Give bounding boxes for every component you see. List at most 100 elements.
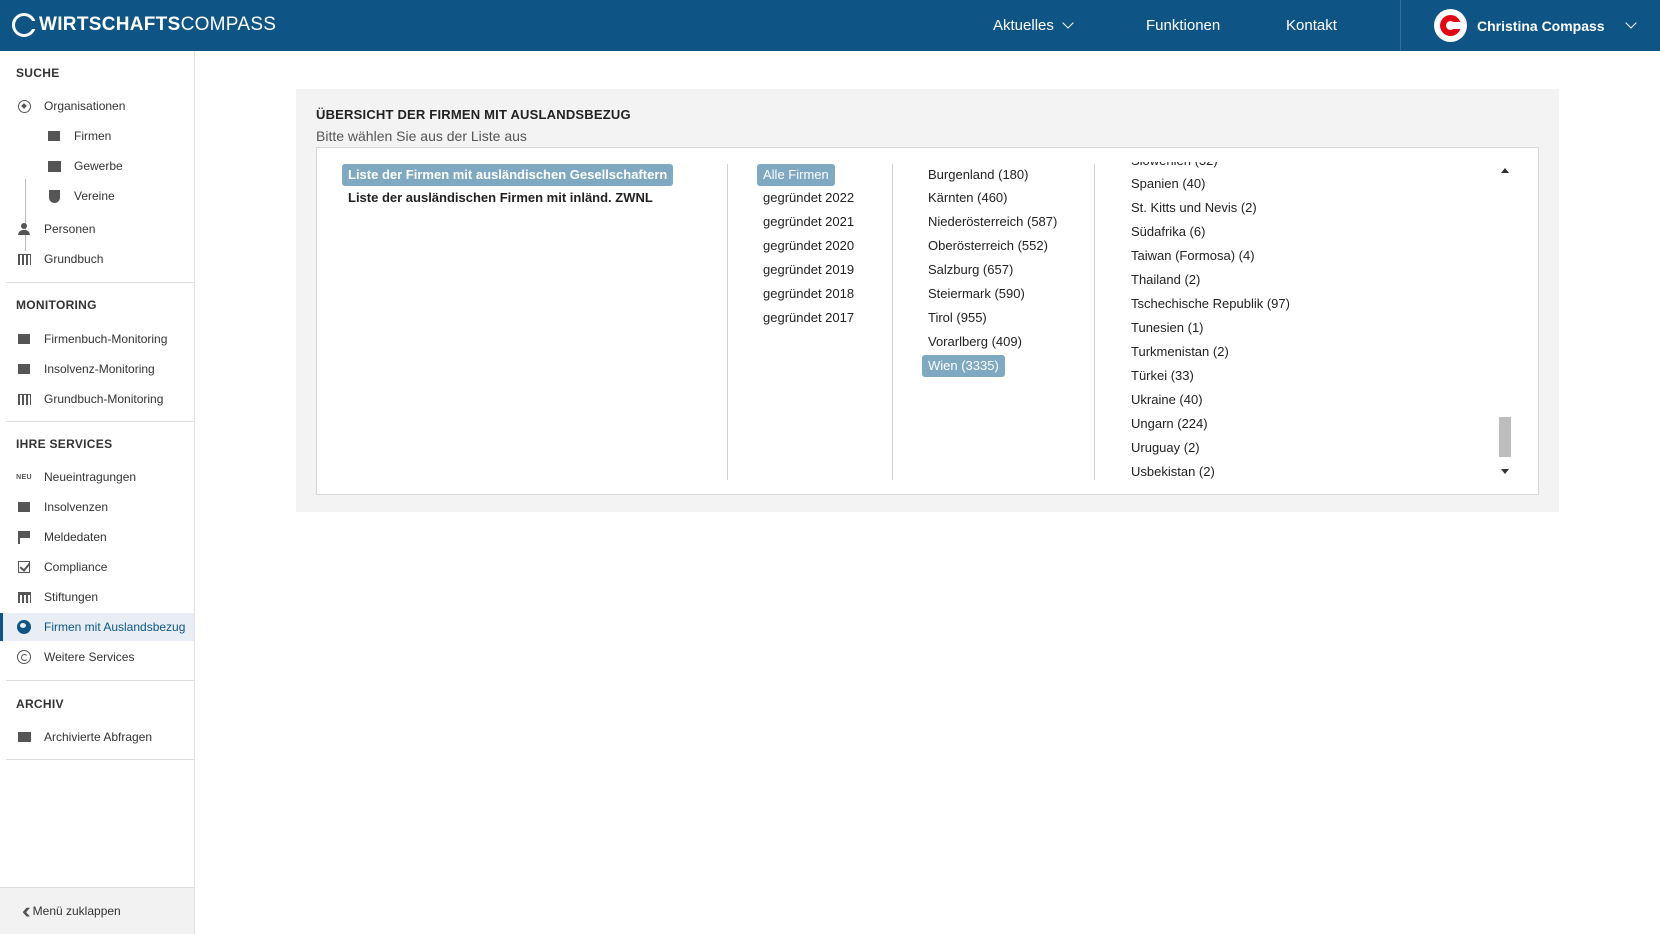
buildings-icon — [16, 251, 32, 267]
scrollbar-thumb[interactable] — [1499, 417, 1511, 457]
nav-kontakt[interactable]: Kontakt — [1286, 0, 1337, 51]
sidebar-divider — [6, 421, 194, 422]
user-menu[interactable]: Christina Compass — [1434, 9, 1637, 42]
double-chevron-left-icon: ‹‹ — [22, 898, 30, 923]
sidebar-item-weitere-services[interactable]: Weitere Services — [0, 643, 194, 671]
state-option[interactable]: Kärnten (460) — [922, 187, 1014, 209]
state-option[interactable]: Vorarlberg (409) — [922, 331, 1028, 353]
selection-box: Liste der Firmen mit ausländischen Gesel… — [316, 147, 1539, 495]
buildings-plus-icon — [16, 391, 32, 407]
year-option[interactable]: gegründet 2017 — [757, 307, 860, 329]
chevron-down-icon — [1624, 17, 1637, 29]
country-option[interactable]: Taiwan (Formosa) (4) — [1125, 245, 1261, 267]
year-option[interactable]: gegründet 2020 — [757, 235, 860, 257]
scroll-down-arrow-icon[interactable] — [1501, 469, 1509, 474]
sidebar-item-gewerbe[interactable]: Gewerbe — [0, 152, 194, 180]
person-icon — [16, 221, 32, 237]
sidebar-item-insolvenz-monitoring[interactable]: Insolvenz-Monitoring — [0, 355, 194, 383]
country-option[interactable]: Türkei (33) — [1125, 365, 1200, 387]
compass-icon — [16, 98, 32, 114]
sidebar-item-firmen[interactable]: Firmen — [0, 122, 194, 150]
bank-icon — [16, 589, 32, 605]
country-option[interactable]: Turkmenistan (2) — [1125, 341, 1235, 363]
state-option[interactable]: Salzburg (657) — [922, 259, 1019, 281]
sidebar-item-personen[interactable]: Personen — [0, 215, 194, 243]
sidebar-item-firmen-mit-auslandsbezug[interactable]: Firmen mit Auslandsbezug — [0, 613, 194, 641]
state-option-wien[interactable]: Wien (3335) — [922, 355, 1005, 377]
year-option[interactable]: gegründet 2018 — [757, 283, 860, 305]
nav-aktuelles[interactable]: Aktuelles — [993, 0, 1074, 51]
column-divider — [1094, 164, 1095, 480]
country-option[interactable]: Tschechische Republik (97) — [1125, 293, 1296, 315]
section-monitoring: MONITORING — [16, 298, 97, 312]
state-option[interactable]: Oberösterreich (552) — [922, 235, 1054, 257]
overview-panel: ÜBERSICHT DER FIRMEN MIT AUSLANDSBEZUG B… — [296, 89, 1559, 512]
column-divider — [892, 164, 893, 480]
section-archiv: ARCHIV — [16, 697, 64, 711]
state-option[interactable]: Burgenland (180) — [922, 164, 1034, 186]
sidebar-item-insolvenzen[interactable]: Insolvenzen — [0, 493, 194, 521]
sidebar-item-neueintragungen[interactable]: NEU Neueintragungen — [0, 463, 194, 491]
country-option[interactable]: Usbekistan (2) — [1125, 461, 1221, 480]
sidebar-item-organisationen[interactable]: Organisationen — [0, 92, 194, 120]
flag-icon — [16, 529, 32, 545]
shield-icon — [46, 188, 62, 204]
sidebar-item-grundbuch[interactable]: Grundbuch — [0, 245, 194, 273]
page-subtitle: Bitte wählen Sie aus der Liste aus — [316, 128, 527, 144]
briefcase-icon — [46, 158, 62, 174]
country-option[interactable]: Uruguay (2) — [1125, 437, 1206, 459]
globe-icon — [16, 619, 32, 635]
new-badge-icon: NEU — [16, 473, 32, 481]
list-option-auslaendische-firmen-zwnl[interactable]: Liste der ausländischen Firmen mit inlän… — [342, 187, 659, 209]
state-option[interactable]: Niederösterreich (587) — [922, 211, 1063, 233]
section-services: IHRE SERVICES — [16, 437, 113, 451]
sidebar-item-vereine[interactable]: Vereine — [0, 182, 194, 210]
year-option[interactable]: gegründet 2019 — [757, 259, 860, 281]
section-suche: SUCHE — [16, 66, 60, 80]
country-option[interactable]: Tunesien (1) — [1125, 317, 1210, 339]
country-option[interactable]: Spanien (40) — [1125, 173, 1211, 195]
logo[interactable]: WIRTSCHAFTSCOMPASS — [12, 12, 276, 38]
factory-icon — [46, 128, 62, 144]
country-list[interactable]: Slowenien (32) Spanien (40) St. Kitts un… — [1125, 162, 1495, 480]
sidebar-item-archivierte-abfragen[interactable]: Archivierte Abfragen — [0, 723, 194, 751]
country-option[interactable]: Thailand (2) — [1125, 269, 1206, 291]
sidebar-item-compliance[interactable]: Compliance — [0, 553, 194, 581]
collapse-menu-button[interactable]: ‹‹ Menü zuklappen — [0, 887, 194, 934]
compass-c-icon — [16, 649, 32, 665]
factory-plus-icon — [16, 331, 32, 347]
checkbox-icon — [16, 559, 32, 575]
nav-funktionen[interactable]: Funktionen — [1146, 0, 1220, 51]
state-option[interactable]: Tirol (955) — [922, 307, 993, 329]
sidebar-divider — [6, 680, 194, 681]
country-option[interactable]: Slowenien (32) — [1125, 162, 1224, 172]
list-option-auslaendische-gesellschafter[interactable]: Liste der Firmen mit ausländischen Gesel… — [342, 164, 674, 186]
sidebar-item-grundbuch-monitoring[interactable]: Grundbuch-Monitoring — [0, 385, 194, 413]
country-option[interactable]: Ukraine (40) — [1125, 389, 1209, 411]
chevron-down-icon — [1062, 17, 1074, 29]
year-option[interactable]: gegründet 2021 — [757, 211, 860, 233]
sidebar-item-stiftungen[interactable]: Stiftungen — [0, 583, 194, 611]
chart-plus-icon — [16, 361, 32, 377]
page-title: ÜBERSICHT DER FIRMEN MIT AUSLANDSBEZUG — [316, 107, 631, 122]
column-divider — [727, 164, 728, 480]
top-bar: WIRTSCHAFTSCOMPASS Aktuelles Funktionen … — [0, 0, 1660, 51]
sidebar: SUCHE Organisationen Firmen Gewerbe Vere… — [0, 51, 195, 934]
country-option[interactable]: Südafrika (6) — [1125, 221, 1211, 243]
sidebar-item-meldedaten[interactable]: Meldedaten — [0, 523, 194, 551]
year-option[interactable]: gegründet 2022 — [757, 187, 860, 209]
sidebar-divider — [6, 759, 194, 760]
country-option[interactable]: St. Kitts und Nevis (2) — [1125, 197, 1263, 219]
archive-icon — [16, 729, 32, 745]
scroll-up-arrow-icon[interactable] — [1501, 168, 1509, 173]
year-option-alle[interactable]: Alle Firmen — [757, 164, 835, 186]
sidebar-divider — [6, 282, 194, 283]
user-avatar — [1434, 9, 1467, 42]
user-name: Christina Compass — [1477, 17, 1605, 34]
country-list-scrollbar[interactable] — [1498, 162, 1512, 480]
state-option[interactable]: Steiermark (590) — [922, 283, 1031, 305]
country-option[interactable]: Ungarn (224) — [1125, 413, 1214, 435]
compass-logo-icon — [12, 13, 37, 37]
header-divider — [1400, 0, 1401, 51]
sidebar-item-firmenbuch-monitoring[interactable]: Firmenbuch-Monitoring — [0, 325, 194, 353]
